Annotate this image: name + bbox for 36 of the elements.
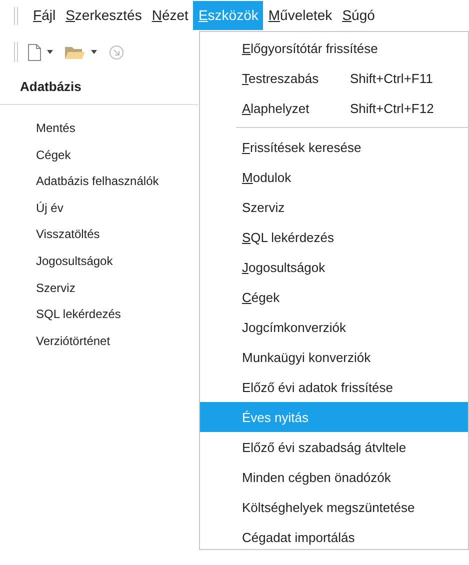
panel-link[interactable]: Visszatöltés	[36, 221, 100, 248]
menu-bar-item[interactable]: Nézet	[146, 1, 194, 30]
caret-icon[interactable]	[47, 50, 53, 54]
caret-icon[interactable]	[91, 50, 97, 54]
panel-link[interactable]: Jogosultságok	[36, 248, 113, 275]
menu-item[interactable]: Jogosultságok	[200, 252, 468, 282]
panel-link[interactable]: Szerviz	[36, 274, 76, 302]
panel-link[interactable]: SQL lekérdezés	[36, 301, 121, 328]
menu-item[interactable]: Testreszabás Shift+Ctrl+F11	[200, 63, 468, 93]
menu-item[interactable]: Előző évi adatok frissítése	[200, 372, 468, 402]
panel-link[interactable]: Cégek	[36, 142, 71, 168]
arrow-circle-icon[interactable]	[109, 44, 124, 60]
menu-item[interactable]: Cégek	[200, 282, 468, 312]
menu-item[interactable]: Cégadat importálás	[200, 522, 468, 552]
menu-bar-item[interactable]: Súgó	[337, 1, 380, 30]
menu-item[interactable]: Minden cégben önadózók	[200, 462, 468, 492]
menu-item[interactable]: Munkaügyi konverziók	[200, 342, 468, 372]
menu-bar-item[interactable]: Fájl	[28, 1, 61, 30]
menu-item[interactable]: Modulok	[200, 162, 468, 192]
menu-item[interactable]: SQL lekérdezés	[200, 222, 468, 252]
new-document-icon[interactable]	[28, 44, 41, 60]
menu-item[interactable]: Alaphelyzet Shift+Ctrl+F12	[200, 93, 468, 123]
folder-icon[interactable]	[65, 44, 85, 60]
menu-item[interactable]: Jogcímkonverziók	[200, 312, 468, 342]
menu-item[interactable]: Költséghelyek megszüntetése	[200, 492, 468, 522]
panel-link[interactable]: Verziótörténet	[36, 328, 110, 354]
menu-bar-item[interactable]: Műveletek	[263, 1, 338, 30]
menu-item[interactable]: Előző évi szabadság átvltele	[200, 432, 468, 462]
panel-link[interactable]: Új év	[36, 194, 64, 222]
menu-item[interactable]: Előgyorsítótár frissítése	[200, 33, 468, 63]
menu-bar-item[interactable]: Szerkesztés	[60, 1, 147, 30]
menu-item[interactable]: Frissítések keresése	[200, 132, 468, 162]
menu-item[interactable]: Szerviz	[200, 192, 468, 222]
panel-link[interactable]: Adatbázis felhasználók	[36, 168, 159, 195]
panel-link[interactable]: Mentés	[36, 115, 76, 142]
panel-title: Adatbázis	[0, 73, 198, 105]
